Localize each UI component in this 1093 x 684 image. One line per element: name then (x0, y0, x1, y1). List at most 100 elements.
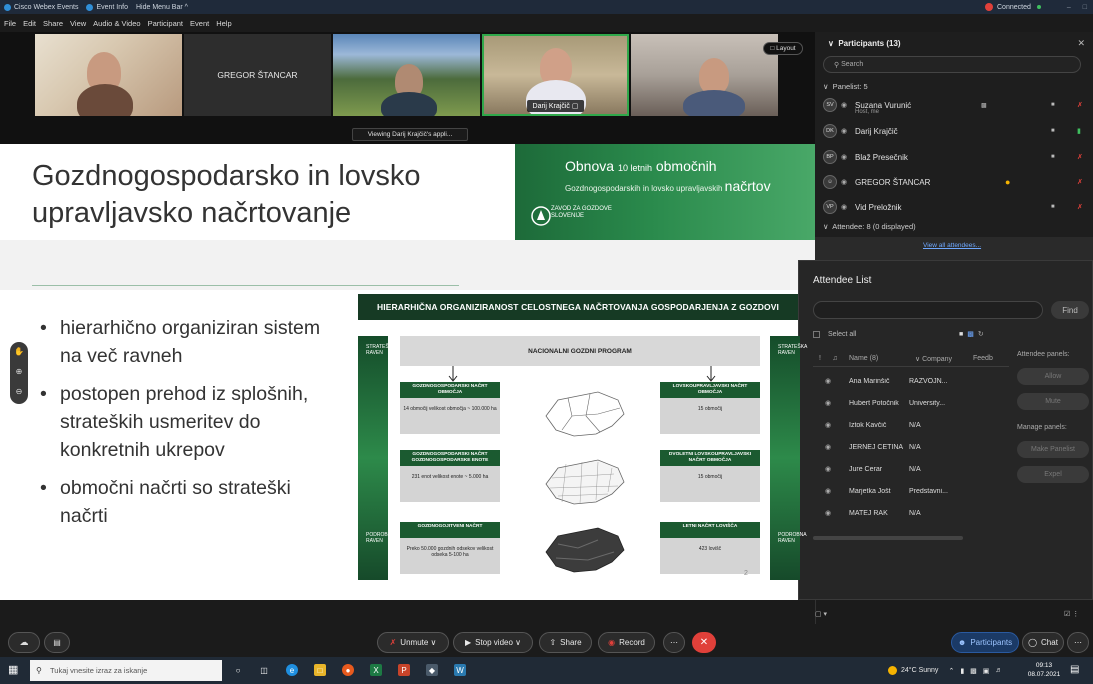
share-icon: ⇧ (549, 638, 557, 647)
more-panels-button[interactable]: ⋯ (1067, 632, 1089, 653)
mic-tray-icon[interactable]: ▮ (960, 667, 964, 675)
leave-meeting-button[interactable]: ✕ (692, 632, 716, 653)
menu-audio-video[interactable]: Audio & Video (93, 19, 140, 28)
allow-button[interactable]: Allow (1017, 368, 1089, 385)
panelist-row[interactable]: BP ◉ Blaž Presečnik ■ ✗ (823, 148, 1085, 166)
table-row[interactable]: ◉ Ana Marinšič RAZVOJN... (813, 370, 1009, 392)
table-row[interactable]: ◉ Marjetka Jošt Predstavni... (813, 480, 1009, 502)
taskbar-clock[interactable]: 09:13 08.07.2021 (1024, 661, 1064, 679)
video-strip: GREGOR ŠTANCAR Darij Krajčič ▢ □ Layout … (0, 32, 815, 144)
webex-taskbar-icon[interactable]: W (454, 664, 466, 676)
participant-body (77, 84, 133, 116)
share-button[interactable]: ⇧ Share (539, 632, 592, 653)
event-info-link[interactable]: Event Info (86, 3, 128, 11)
table-row[interactable]: ◉ Jure Cerar N/A (813, 458, 1009, 480)
panelist-section-header[interactable]: ∨ Panelist: 5 (823, 82, 868, 91)
participant-video (699, 58, 729, 94)
horizontal-scrollbar[interactable] (813, 536, 963, 540)
video-tile[interactable] (333, 34, 480, 116)
panel-pin-icon[interactable]: ☑ ⋮ (1064, 610, 1079, 618)
find-button[interactable]: Find (1051, 301, 1089, 319)
attendee-search-input[interactable] (813, 301, 1043, 319)
panelist-row[interactable]: VP ◉ Vid Preložnik ■ ✗ (823, 198, 1085, 216)
network-icon[interactable]: ▩ (970, 667, 977, 675)
app-icon[interactable]: ◆ (426, 664, 438, 676)
task-view-icon[interactable]: ◫ (258, 664, 270, 676)
zoom-out-icon[interactable]: ⊖ (10, 382, 28, 402)
more-options-button[interactable]: ⋯ (663, 632, 685, 653)
camera-icon: ■ (1051, 128, 1055, 134)
taskbar-search-input[interactable]: ⚲ Tukaj vnesite izraz za iskanje (30, 660, 222, 681)
table-row[interactable]: ◉ JERNEJ ČETINA N/A (813, 436, 1009, 458)
meeting-controls-bar: ▢ ▾ ☑ ⋮ ☁ ▤ ✗ Unmute ∨ ▶ Stop video ∨ ⇧ Sha… (0, 600, 1093, 657)
cortana-icon[interactable]: ○ (232, 664, 244, 676)
video-tile[interactable]: GREGOR ŠTANCAR (184, 34, 331, 116)
refresh-icon[interactable]: ↻ (978, 331, 988, 338)
layout-button[interactable]: □ Layout (763, 42, 803, 55)
cloud-audio-icon[interactable]: ☁ (8, 632, 40, 653)
menu-file[interactable]: File (4, 19, 16, 28)
firefox-icon[interactable]: ● (342, 664, 354, 676)
make-panelist-button[interactable]: Make Panelist (1017, 441, 1089, 458)
mic-icon: ◉ (841, 154, 848, 161)
display-icon[interactable]: ▣ (983, 667, 990, 675)
menu-help[interactable]: Help (216, 19, 231, 28)
panelist-row[interactable]: SV ◉ Suzana Vurunić Host, me ▩ ■ ✗ (823, 96, 1085, 115)
participants-button[interactable]: ☻ Participants (951, 632, 1019, 653)
file-explorer-icon[interactable]: □ (314, 664, 326, 676)
search-icon: ⚲ (834, 61, 842, 69)
view-all-attendees-link[interactable]: View all attendees... (923, 242, 981, 249)
weather-text[interactable]: 24°C Sunny (901, 667, 938, 674)
attendee-section-header[interactable]: ∨ Attendee: 8 (0 displayed) (823, 222, 916, 231)
minimize-button[interactable]: – (1067, 4, 1071, 11)
annual-hunting-plan-box: LETNI NAČRT LOVIŠČA 423 lovišč (660, 522, 760, 574)
notifications-icon[interactable]: ▤ (1070, 664, 1079, 675)
expel-button[interactable]: Expel (1017, 466, 1089, 483)
panelist-row[interactable]: DK ◉ Darij Krajčič ■ ▮ (823, 122, 1085, 140)
chart-icon[interactable]: ▩ (967, 331, 978, 338)
powerpoint-icon[interactable]: P (398, 664, 410, 676)
banner-line-1: Obnova 10 letnih območnih (565, 158, 717, 174)
menu-event[interactable]: Event (190, 19, 209, 28)
excel-icon[interactable]: X (370, 664, 382, 676)
mic-muted-icon: ✗ (389, 638, 397, 647)
chat-icon[interactable]: ■ (959, 331, 967, 338)
video-tile-active-speaker[interactable]: Darij Krajčič ▢ (482, 34, 629, 116)
search-icon: ⚲ (36, 666, 42, 675)
mic-icon: ◉ (841, 179, 848, 186)
unmute-button[interactable]: ✗ Unmute ∨ (377, 632, 449, 653)
menu-participant[interactable]: Participant (148, 19, 183, 28)
people-icon: ☻ (957, 638, 967, 647)
menu-view[interactable]: View (70, 19, 86, 28)
menu-edit[interactable]: Edit (23, 19, 36, 28)
recording-indicator-icon (985, 3, 993, 11)
table-row[interactable]: ◉ Hubert Potočnik University... (813, 392, 1009, 414)
record-button[interactable]: ◉ Record (598, 632, 655, 653)
video-tile[interactable] (631, 34, 778, 116)
close-icon[interactable]: ✕ (1077, 38, 1085, 49)
tray-chevron-icon[interactable]: ⌃ (948, 667, 954, 675)
maximize-button[interactable]: □ (1083, 4, 1087, 11)
menu-share[interactable]: Share (43, 19, 63, 28)
mic-icon: ◉ (841, 128, 848, 135)
volume-icon[interactable]: ♬ (995, 667, 1002, 674)
video-tile[interactable] (35, 34, 182, 116)
panelist-row[interactable]: ☺ ◉ GREGOR ŠTANCAR ● ✗ (823, 173, 1085, 191)
panel-options-icon[interactable]: ▢ ▾ (815, 610, 827, 618)
regional-forest-plan-box: GOZDNOGOSPODARSKI NAČRT OBMOČJA 14 območ… (400, 382, 500, 434)
table-row[interactable]: ◉ MATEJ RAK N/A (813, 502, 1009, 524)
select-all-checkbox[interactable]: Select all (813, 331, 856, 338)
stop-video-button[interactable]: ▶ Stop video ∨ (453, 632, 533, 653)
hide-menu-bar-button[interactable]: Hide Menu Bar ^ (136, 4, 188, 11)
pan-icon[interactable]: ✋ (10, 342, 28, 362)
windows-start-icon[interactable]: ▦ (8, 663, 22, 677)
participants-search-input[interactable]: ⚲ Search (823, 56, 1081, 73)
edge-icon[interactable]: e (286, 664, 298, 676)
checkbox-icon (813, 331, 820, 338)
caption-icon[interactable]: ▤ (44, 632, 70, 653)
avatar: DK (823, 124, 837, 138)
chat-button[interactable]: ◯ Chat (1022, 632, 1064, 653)
zoom-in-icon[interactable]: ⊕ (10, 362, 28, 382)
table-row[interactable]: ◉ Iztok Kavčič N/A (813, 414, 1009, 436)
mute-button[interactable]: Mute (1017, 393, 1089, 410)
